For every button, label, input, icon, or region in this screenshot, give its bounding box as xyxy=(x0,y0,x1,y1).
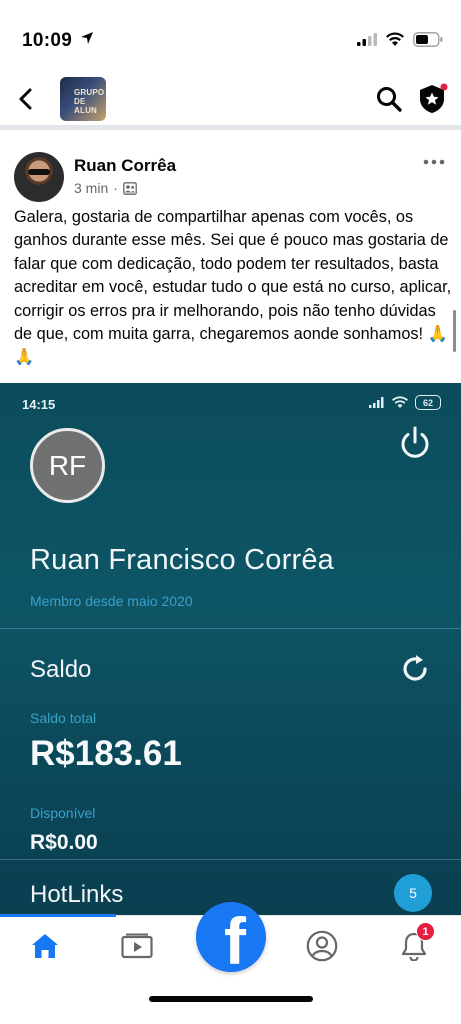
active-tab-indicator xyxy=(0,914,116,917)
profile-icon xyxy=(306,930,338,962)
post-body-text: Galera, gostaria de compartilhar apenas … xyxy=(14,208,452,367)
profile-initials-avatar: RF xyxy=(30,428,105,503)
post-time[interactable]: 3 min xyxy=(74,180,108,196)
hotlinks-section-title: HotLinks xyxy=(30,881,124,908)
scroll-indicator xyxy=(453,310,456,352)
nav-home[interactable] xyxy=(23,926,67,966)
nav-watch[interactable] xyxy=(115,926,159,966)
cellular-signal-icon xyxy=(357,33,377,46)
nav-notifications[interactable]: 1 xyxy=(392,922,436,966)
group-thumbnail[interactable]: GRUPO DE ALUN xyxy=(60,77,106,121)
embedded-battery: 62 xyxy=(415,395,441,410)
post-meta: 3 min · xyxy=(74,180,137,196)
admin-shield-icon[interactable] xyxy=(415,82,449,116)
avatar-sunglasses xyxy=(28,169,50,175)
location-arrow-icon xyxy=(81,32,93,44)
post-image-screenshot[interactable]: 14:15 62 RF Ruan Francisco Corrêa Membro… xyxy=(0,383,461,915)
total-balance-value: R$183.61 xyxy=(30,734,182,773)
more-options-icon[interactable] xyxy=(423,157,445,167)
profile-full-name: Ruan Francisco Corrêa xyxy=(30,544,334,576)
home-icon xyxy=(32,934,58,958)
video-play-icon xyxy=(121,933,153,959)
facebook-logo-icon: f xyxy=(224,904,246,972)
nav-profile[interactable] xyxy=(300,926,344,966)
group-members-icon xyxy=(123,181,137,195)
embedded-wifi-icon xyxy=(391,396,409,408)
embedded-status-icons: 62 xyxy=(369,395,441,410)
section-divider xyxy=(0,859,461,860)
facebook-button[interactable]: f xyxy=(196,902,266,972)
group-thumbnail-text: GRUPO DE ALUN xyxy=(74,88,105,115)
wifi-icon xyxy=(386,32,404,46)
bottom-navigation: f 1 xyxy=(0,902,461,990)
total-balance-label: Saldo total xyxy=(30,710,97,726)
post-author-name[interactable]: Ruan Corrêa xyxy=(74,156,176,176)
embedded-status-time: 14:15 xyxy=(22,397,56,412)
search-icon[interactable] xyxy=(375,85,403,113)
home-indicator xyxy=(149,996,313,1002)
hotlinks-count-badge: 5 xyxy=(394,874,432,912)
member-since-text: Membro desde maio 2020 xyxy=(30,593,193,609)
notification-count-badge: 1 xyxy=(416,922,435,941)
refresh-icon xyxy=(403,655,427,681)
meta-separator: · xyxy=(113,180,118,196)
available-balance-label: Disponível xyxy=(30,805,96,821)
balance-section-title: Saldo xyxy=(30,656,92,683)
power-icon xyxy=(401,426,429,458)
section-divider xyxy=(0,628,461,629)
status-icons xyxy=(357,32,443,47)
author-avatar[interactable] xyxy=(14,152,64,202)
ios-status-bar: 10:09 xyxy=(0,0,461,70)
group-header: GRUPO DE ALUN xyxy=(0,70,461,130)
back-button[interactable] xyxy=(12,84,38,114)
embedded-signal-icon xyxy=(369,397,384,408)
available-balance-value: R$0.00 xyxy=(30,831,98,854)
battery-icon xyxy=(413,32,443,47)
chevron-left-icon xyxy=(19,88,32,110)
status-time: 10:09 xyxy=(22,30,73,51)
